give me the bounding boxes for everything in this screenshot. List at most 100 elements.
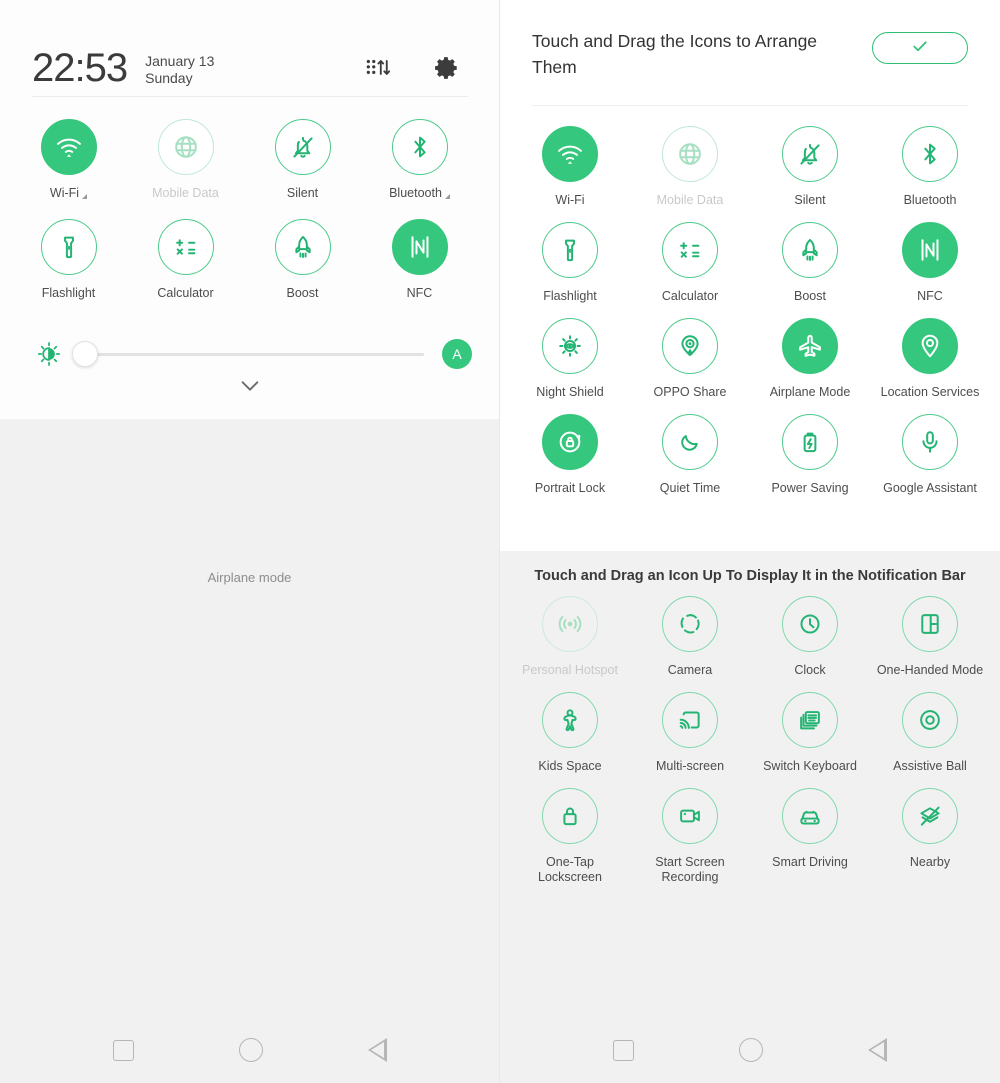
- tile-icon-circle[interactable]: [542, 596, 598, 652]
- tile-icon-circle[interactable]: [902, 318, 958, 374]
- tile-google-assistant[interactable]: Google Assistant: [870, 414, 990, 496]
- tile-airplane-mode[interactable]: Airplane Mode: [750, 318, 870, 400]
- expand-triangle-icon[interactable]: [82, 194, 88, 199]
- tile-icon-circle[interactable]: [662, 318, 718, 374]
- tile-icon-circle[interactable]: [542, 788, 598, 844]
- tile-icon-circle[interactable]: [40, 119, 97, 175]
- tile-one-tap-lockscreen[interactable]: One-Tap Lockscreen: [510, 788, 630, 885]
- tile-switch-keyboard[interactable]: Switch Keyboard: [750, 692, 870, 774]
- tile-camera[interactable]: Camera: [630, 596, 750, 678]
- tile-bluetooth[interactable]: Bluetooth: [870, 126, 990, 208]
- gear-icon[interactable]: [434, 55, 460, 81]
- tile-wi-fi[interactable]: Wi-Fi: [510, 126, 630, 208]
- home-circle-icon[interactable]: [738, 1038, 763, 1062]
- tile-icon-circle[interactable]: [157, 219, 214, 275]
- auto-brightness-button[interactable]: A: [442, 339, 472, 369]
- tile-wi-fi[interactable]: Wi-Fi: [10, 119, 127, 201]
- tile-icon-circle[interactable]: [542, 692, 598, 748]
- tile-boost[interactable]: Boost: [244, 219, 361, 301]
- tile-icon-circle[interactable]: [662, 596, 718, 652]
- tile-label-text: Flashlight: [543, 289, 597, 303]
- battery-bolt-icon: [803, 432, 817, 453]
- tile-icon-circle[interactable]: [782, 414, 838, 470]
- tile-quiet-time[interactable]: Quiet Time: [630, 414, 750, 496]
- tile-portrait-lock[interactable]: Portrait Lock: [510, 414, 630, 496]
- navigation-bar-right: [500, 1017, 1000, 1083]
- tile-icon-circle[interactable]: [662, 788, 718, 844]
- tile-icon-circle[interactable]: [662, 414, 718, 470]
- tile-location-services[interactable]: Location Services: [870, 318, 990, 400]
- recents-square-icon[interactable]: [112, 1039, 134, 1061]
- tile-icon-circle[interactable]: [662, 126, 718, 182]
- tile-bluetooth[interactable]: Bluetooth: [361, 119, 478, 201]
- back-triangle-icon[interactable]: [868, 1038, 888, 1062]
- tile-kids-space[interactable]: Kids Space: [510, 692, 630, 774]
- tile-mobile-data[interactable]: Mobile Data: [127, 119, 244, 201]
- tile-icon-circle[interactable]: [782, 126, 838, 182]
- tile-oppo-share[interactable]: OPPO Share: [630, 318, 750, 400]
- tile-label: Assistive Ball: [876, 759, 984, 774]
- tile-label-text: One-Tap Lockscreen: [538, 855, 602, 884]
- tile-smart-driving[interactable]: Smart Driving: [750, 788, 870, 885]
- tile-multi-screen[interactable]: Multi-screen: [630, 692, 750, 774]
- tile-icon-circle[interactable]: [902, 788, 958, 844]
- tile-icon-circle[interactable]: [782, 692, 838, 748]
- expand-panel-button[interactable]: [0, 369, 499, 398]
- tile-icon-circle[interactable]: [40, 219, 97, 275]
- done-button[interactable]: [872, 32, 968, 64]
- check-icon: [910, 36, 930, 61]
- tile-flashlight[interactable]: Flashlight: [10, 219, 127, 301]
- brightness-slider-handle[interactable]: [72, 341, 98, 367]
- tile-personal-hotspot[interactable]: Personal Hotspot: [510, 596, 630, 678]
- tile-icon-circle[interactable]: [391, 119, 448, 175]
- tile-icon-circle[interactable]: [391, 219, 448, 275]
- tile-icon-circle[interactable]: [782, 788, 838, 844]
- tile-night-shield[interactable]: Night Shield: [510, 318, 630, 400]
- tile-label-text: Personal Hotspot: [522, 663, 618, 677]
- back-triangle-icon[interactable]: [368, 1038, 388, 1062]
- tile-assistive-ball[interactable]: Assistive Ball: [870, 692, 990, 774]
- tile-nfc[interactable]: NFC: [361, 219, 478, 301]
- tile-calculator[interactable]: Calculator: [127, 219, 244, 301]
- tile-power-saving[interactable]: Power Saving: [750, 414, 870, 496]
- tile-calculator[interactable]: Calculator: [630, 222, 750, 304]
- tile-icon-circle[interactable]: [662, 222, 718, 278]
- brightness-slider[interactable]: [72, 341, 424, 367]
- nearby-off-icon: [920, 806, 940, 826]
- tile-label: Mobile Data: [152, 186, 219, 201]
- tile-icon-circle[interactable]: [902, 596, 958, 652]
- drag-sort-icon[interactable]: [364, 55, 390, 81]
- tile-icon-circle[interactable]: [542, 222, 598, 278]
- tile-silent[interactable]: Silent: [750, 126, 870, 208]
- tile-start-screen-recording[interactable]: Start Screen Recording: [630, 788, 750, 885]
- tile-label-text: Silent: [794, 193, 826, 207]
- tile-icon-circle[interactable]: [782, 596, 838, 652]
- tile-icon-circle[interactable]: [157, 119, 214, 175]
- clock-icon: [800, 614, 820, 634]
- tile-boost[interactable]: Boost: [750, 222, 870, 304]
- tile-icon-circle[interactable]: [274, 219, 331, 275]
- camera-shutter-icon: [680, 614, 700, 634]
- tile-nearby[interactable]: Nearby: [870, 788, 990, 885]
- tile-icon-circle[interactable]: [902, 414, 958, 470]
- tile-flashlight[interactable]: Flashlight: [510, 222, 630, 304]
- tile-icon-circle[interactable]: [542, 318, 598, 374]
- location-pin-icon: [921, 334, 939, 358]
- tile-icon-circle[interactable]: [782, 222, 838, 278]
- tile-icon-circle[interactable]: [782, 318, 838, 374]
- tile-clock[interactable]: Clock: [750, 596, 870, 678]
- expand-triangle-icon[interactable]: [444, 194, 450, 199]
- tile-icon-circle[interactable]: [542, 126, 598, 182]
- recents-square-icon[interactable]: [612, 1039, 634, 1061]
- tile-icon-circle[interactable]: [902, 126, 958, 182]
- tile-icon-circle[interactable]: [542, 414, 598, 470]
- tile-mobile-data[interactable]: Mobile Data: [630, 126, 750, 208]
- tile-one-handed-mode[interactable]: One-Handed Mode: [870, 596, 990, 678]
- tile-icon-circle[interactable]: [902, 692, 958, 748]
- tile-silent[interactable]: Silent: [244, 119, 361, 201]
- tile-icon-circle[interactable]: [902, 222, 958, 278]
- tile-icon-circle[interactable]: [662, 692, 718, 748]
- tile-icon-circle[interactable]: [274, 119, 331, 175]
- home-circle-icon[interactable]: [238, 1038, 263, 1062]
- tile-nfc[interactable]: NFC: [870, 222, 990, 304]
